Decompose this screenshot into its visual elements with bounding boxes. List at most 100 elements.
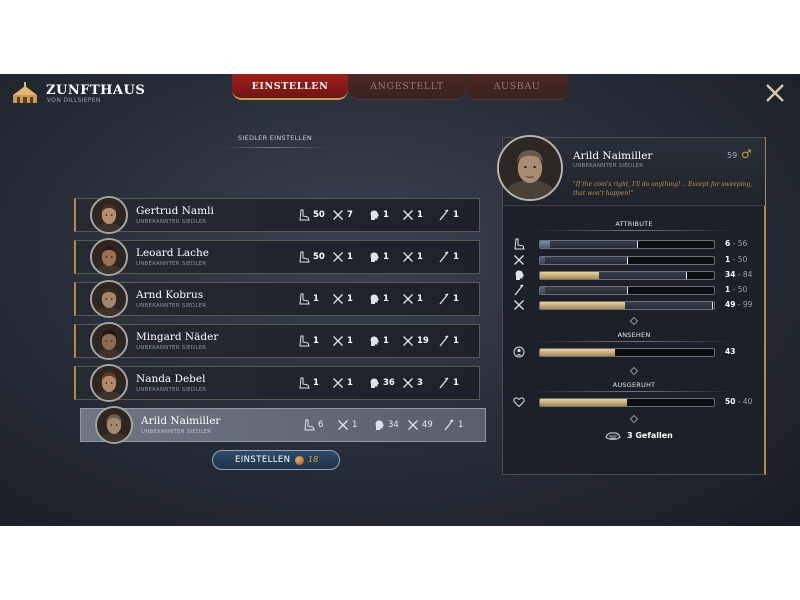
tab-angestellt[interactable]: ANGESTELLT [349, 74, 465, 100]
likes-icon [605, 432, 621, 440]
crossed-swords-icon [403, 294, 413, 304]
attribute-row: 34 - 84 [513, 269, 763, 281]
boot-icon [299, 293, 310, 305]
stat: 1 [402, 293, 442, 307]
stat-value: 1 [453, 210, 459, 220]
attribute-bar [539, 286, 715, 295]
divider-ornament [629, 316, 639, 326]
page-subtitle: VON DILLSIEPEN [47, 97, 101, 104]
settler-type: UNBEKANNTER SIEDLER [136, 303, 207, 309]
crossed-swords-icon [403, 336, 413, 346]
hire-button[interactable]: EINSTELLEN 18 [212, 450, 340, 470]
stat-value: 49 [422, 420, 433, 430]
stat-value: 1 [347, 336, 353, 346]
boot-icon [299, 209, 310, 221]
stat-value: 1 [453, 336, 459, 346]
tab-bar: EINSTELLEN ANGESTELLT AUSBAU [232, 74, 568, 102]
stat-value: 3 [417, 378, 423, 388]
settler-row[interactable]: Gertrud Namli UNBEKANNTER SIEDLER 50 7 1 1 1 [74, 196, 480, 234]
stat: 49 [407, 419, 447, 433]
boot-icon [299, 251, 310, 263]
head-icon [370, 210, 379, 220]
stat: 3 [402, 377, 442, 391]
boot-icon [299, 335, 310, 347]
quill-icon [439, 251, 449, 263]
settler-name: Nanda Debel [136, 373, 206, 385]
hire-button-label: EINSTELLEN [235, 455, 291, 465]
stat-value: 1 [417, 210, 423, 220]
settler-name: Arnd Kobrus [136, 289, 204, 301]
reputation-bar [539, 348, 715, 357]
settler-portrait [90, 364, 128, 402]
stat-value: 1 [453, 294, 459, 304]
stat-value: 1 [347, 294, 353, 304]
close-icon[interactable] [764, 82, 786, 104]
stat-value: 7 [347, 210, 353, 220]
stat: 1 [402, 209, 442, 223]
reputation-title: ANSEHEN [617, 331, 651, 339]
attribute-bar [539, 271, 715, 280]
tab-einstellen[interactable]: EINSTELLEN [232, 74, 348, 100]
head-icon [370, 294, 379, 304]
crossed-swords-icon [333, 210, 343, 220]
stat: 1 [443, 419, 483, 433]
stat: 7 [332, 209, 372, 223]
stat-value: 1 [453, 378, 459, 388]
quill-icon [439, 335, 449, 347]
stat: 1 [438, 251, 478, 265]
reputation-icon [513, 346, 525, 358]
stat-value: 1 [383, 294, 389, 304]
stat-value: 1 [347, 378, 353, 388]
settler-portrait [90, 322, 128, 360]
stat-value: 1 [458, 420, 464, 430]
attribute-bar [539, 240, 715, 249]
divider [533, 341, 735, 342]
guild-house-window: ZUNFTHAUS VON DILLSIEPEN EINSTELLEN ANGE… [0, 74, 800, 526]
tab-ausbau[interactable]: AUSBAU [466, 74, 568, 100]
head-icon [370, 336, 379, 346]
quill-icon [439, 377, 449, 389]
settler-portrait [90, 238, 128, 276]
header: ZUNFTHAUS VON DILLSIEPEN EINSTELLEN ANGE… [0, 74, 800, 112]
settler-row[interactable]: Leoard Lache UNBEKANNTER SIEDLER 50 1 1 1 1 [74, 238, 480, 276]
stat-value: 1 [313, 378, 319, 388]
stat-value: 1 [417, 252, 423, 262]
crossed-swords-icon [514, 255, 524, 265]
stat: 19 [402, 335, 442, 349]
stat: 1 [332, 335, 372, 349]
crossed-swords-icon [333, 252, 343, 262]
settler-portrait [90, 196, 128, 234]
quill-icon [439, 209, 449, 221]
hire-cost: 18 [308, 455, 319, 464]
boot-icon [514, 238, 525, 250]
stat-value: 1 [347, 252, 353, 262]
divider [222, 147, 328, 148]
male-icon: ♂ [741, 147, 752, 161]
head-icon [370, 252, 379, 262]
attributes-title: ATTRIBUTE [615, 220, 653, 228]
page-title: ZUNFTHAUS [46, 83, 146, 98]
settler-row[interactable]: Mingard Näder UNBEKANNTER SIEDLER 1 1 1 19 1 [74, 322, 480, 360]
stat: 1 [332, 293, 372, 307]
divider-ornament [629, 366, 639, 376]
rested-bar [539, 398, 715, 407]
settler-row[interactable]: Nanda Debel UNBEKANNTER SIEDLER 1 1 36 3 1 [74, 364, 480, 402]
settler-type: UNBEKANNTER SIEDLER [136, 345, 207, 351]
stat-value: 36 [383, 378, 395, 388]
stat-value: 1 [352, 420, 358, 430]
settler-row[interactable]: Arild Naimiller UNBEKANNTER SIEDLER 6 1 34 49… [80, 406, 486, 444]
likes[interactable]: 3 Gefallen [605, 430, 705, 444]
stat: 1 [438, 377, 478, 391]
attribute-value: 6 - 56 [725, 239, 748, 248]
crossed-swords-icon [333, 378, 343, 388]
reputation-bar-row: 43 [513, 346, 763, 358]
crossed-swords-icon [403, 210, 413, 220]
settler-age: 59 [727, 151, 738, 160]
stat-value: 1 [417, 294, 423, 304]
settler-name: Arild Naimiller [141, 415, 221, 427]
section-title: SIEDLER EINSTELLEN [237, 134, 313, 142]
settler-row[interactable]: Arnd Kobrus UNBEKANNTER SIEDLER 1 1 1 1 1 [74, 280, 480, 318]
settler-name: Arild Naimiller [573, 150, 653, 162]
heart-icon [513, 397, 525, 408]
attribute-value: 1 - 50 [725, 285, 748, 294]
